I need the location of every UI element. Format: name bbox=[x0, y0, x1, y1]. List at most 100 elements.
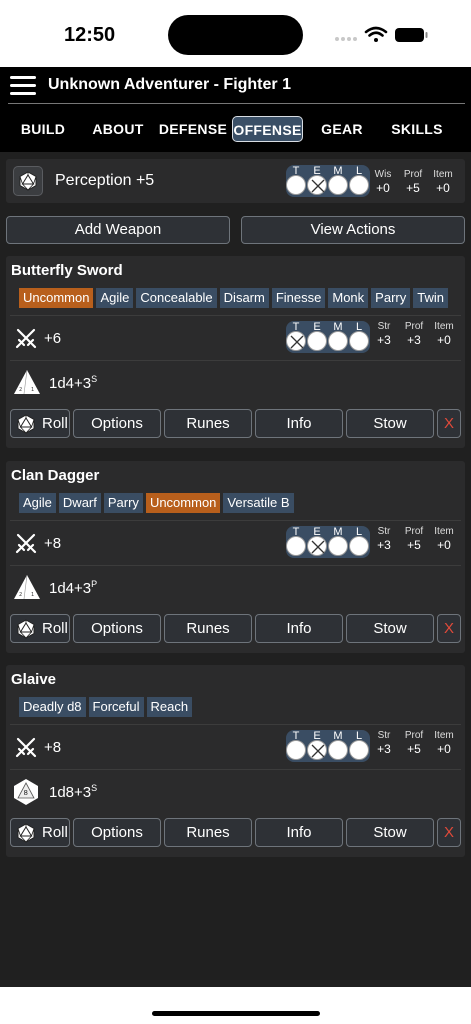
roll-button[interactable]: Roll bbox=[10, 818, 70, 847]
view-actions-button[interactable]: View Actions bbox=[241, 216, 465, 244]
runes-button[interactable]: Runes bbox=[164, 409, 252, 438]
trait-tag[interactable]: Reach bbox=[146, 697, 193, 717]
tab-bar: BUILD ABOUT DEFENSE OFFENSE GEAR SKILLS bbox=[0, 104, 471, 152]
info-button[interactable]: Info bbox=[255, 409, 343, 438]
weapon-proficiency: TEML bbox=[286, 321, 370, 353]
damage-dice: 1d4+3 bbox=[49, 375, 92, 392]
teml-master[interactable] bbox=[328, 740, 348, 760]
roll-button[interactable]: Roll bbox=[10, 614, 70, 643]
tab-offense[interactable]: OFFENSE bbox=[232, 116, 303, 142]
teml-trained-checked[interactable] bbox=[286, 175, 306, 195]
remove-weapon-button[interactable]: X bbox=[437, 614, 461, 643]
divider bbox=[10, 315, 461, 316]
weapon-proficiency: TEML bbox=[286, 730, 370, 762]
trait-tag[interactable]: Disarm bbox=[219, 288, 269, 308]
str-stat: Str +3 bbox=[377, 321, 391, 347]
divider bbox=[10, 724, 461, 725]
home-bar-area bbox=[0, 987, 471, 1024]
perception-label: Perception +5 bbox=[55, 172, 155, 189]
teml-trained[interactable] bbox=[286, 740, 306, 760]
trait-tag[interactable]: Dwarf bbox=[58, 493, 101, 513]
tab-defense[interactable]: DEFENSE bbox=[158, 116, 228, 142]
teml-legendary[interactable] bbox=[349, 331, 369, 351]
trait-tag[interactable]: Parry bbox=[371, 288, 411, 308]
trait-tag[interactable]: Versatile B bbox=[223, 493, 294, 513]
damage-type: S bbox=[91, 374, 98, 384]
roll-button[interactable]: Roll bbox=[10, 409, 70, 438]
info-button[interactable]: Info bbox=[255, 614, 343, 643]
perception-proficiency: T E M L bbox=[286, 165, 370, 197]
wifi-icon bbox=[364, 26, 388, 42]
weapon-name: Butterfly Sword bbox=[11, 262, 123, 279]
battery-icon bbox=[395, 28, 428, 42]
runes-button[interactable]: Runes bbox=[164, 614, 252, 643]
home-indicator[interactable] bbox=[152, 1011, 320, 1016]
trait-tag[interactable]: Agile bbox=[19, 493, 56, 513]
prof-stat: Prof +5 bbox=[404, 730, 424, 756]
teml-expert-checked[interactable] bbox=[307, 175, 327, 195]
trait-tag[interactable]: Twin bbox=[413, 288, 448, 308]
d20-icon bbox=[17, 823, 35, 843]
remove-weapon-button[interactable]: X bbox=[437, 409, 461, 438]
trait-tag[interactable]: Deadly d8 bbox=[19, 697, 86, 717]
teml-expert[interactable] bbox=[307, 331, 327, 351]
crossed-swords-icon bbox=[14, 735, 38, 764]
trait-tags: Uncommon Agile Concealable Disarm Finesse Mon… bbox=[19, 288, 451, 308]
teml-master[interactable] bbox=[328, 536, 348, 556]
attack-bonus: +6 bbox=[44, 330, 62, 347]
tab-about[interactable]: ABOUT bbox=[89, 116, 147, 142]
options-button[interactable]: Options bbox=[73, 818, 161, 847]
roll-label: Roll bbox=[42, 824, 68, 841]
teml-master[interactable] bbox=[328, 175, 348, 195]
d20-icon[interactable] bbox=[13, 166, 43, 196]
teml-expert-checked[interactable] bbox=[307, 536, 327, 556]
tab-gear[interactable]: GEAR bbox=[318, 116, 366, 142]
trait-tag[interactable]: Concealable bbox=[136, 288, 217, 308]
teml-legendary[interactable] bbox=[349, 175, 369, 195]
tab-build[interactable]: BUILD bbox=[18, 116, 68, 142]
add-weapon-button[interactable]: Add Weapon bbox=[6, 216, 230, 244]
trait-tag[interactable]: Uncommon bbox=[145, 493, 221, 513]
crossed-swords-icon bbox=[14, 531, 38, 560]
tab-skills[interactable]: SKILLS bbox=[387, 116, 447, 142]
weapon-panel-clan-dagger: Clan Dagger Agile Dwarf Parry Uncommon Versat… bbox=[6, 461, 465, 653]
trait-tags: Deadly d8 Forceful Reach bbox=[19, 697, 195, 717]
stow-button[interactable]: Stow bbox=[346, 409, 434, 438]
trait-tag[interactable]: Uncommon bbox=[19, 288, 94, 308]
dynamic-island bbox=[168, 15, 303, 55]
trait-tag[interactable]: Monk bbox=[328, 288, 369, 308]
info-button[interactable]: Info bbox=[255, 818, 343, 847]
trait-tag[interactable]: Agile bbox=[96, 288, 134, 308]
d8-face-label: 8 bbox=[24, 789, 28, 797]
runes-button[interactable]: Runes bbox=[164, 818, 252, 847]
teml-trained[interactable] bbox=[286, 536, 306, 556]
teml-expert-checked[interactable] bbox=[307, 740, 327, 760]
menu-icon[interactable] bbox=[10, 76, 36, 96]
wis-stat: Wis +0 bbox=[374, 169, 392, 195]
options-button[interactable]: Options bbox=[73, 614, 161, 643]
options-button[interactable]: Options bbox=[73, 409, 161, 438]
trait-tag[interactable]: Forceful bbox=[88, 697, 144, 717]
teml-master[interactable] bbox=[328, 331, 348, 351]
weapon-proficiency: TEML bbox=[286, 526, 370, 558]
d8-icon: 8 bbox=[13, 778, 39, 811]
stow-button[interactable]: Stow bbox=[346, 614, 434, 643]
trait-tag[interactable]: Finesse bbox=[271, 288, 326, 308]
damage-dice: 1d4+3 bbox=[49, 580, 92, 597]
stow-button[interactable]: Stow bbox=[346, 818, 434, 847]
status-time: 12:50 bbox=[64, 24, 116, 46]
damage-value: 1d4+3P bbox=[49, 579, 97, 597]
teml-legendary[interactable] bbox=[349, 740, 369, 760]
damage-dice: 1d8+3 bbox=[49, 784, 92, 801]
trait-tag[interactable]: Parry bbox=[103, 493, 143, 513]
teml-trained-checked[interactable] bbox=[286, 331, 306, 351]
remove-weapon-button[interactable]: X bbox=[437, 818, 461, 847]
teml-legendary[interactable] bbox=[349, 536, 369, 556]
damage-value: 1d8+3S bbox=[49, 783, 97, 801]
divider bbox=[10, 520, 461, 521]
roll-label: Roll bbox=[42, 620, 68, 637]
svg-text:2: 2 bbox=[19, 387, 22, 393]
weapon-panel-butterfly-sword: Butterfly Sword Uncommon Agile Concealable D… bbox=[6, 256, 465, 448]
divider bbox=[10, 565, 461, 566]
d4-icon: 21 bbox=[13, 574, 41, 605]
